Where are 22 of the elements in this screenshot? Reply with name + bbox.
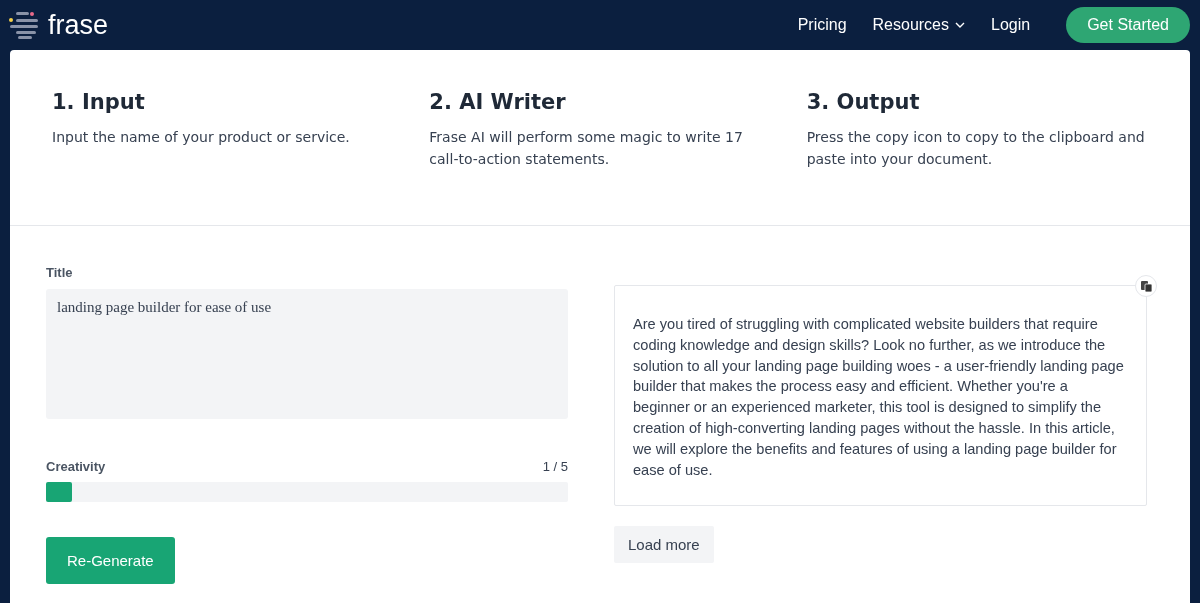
step-description: Input the name of your product or service. <box>52 128 351 147</box>
nav-link[interactable]: Pricing <box>797 16 847 34</box>
step-description: Press the copy icon to copy to the clipboard and paste into your document. <box>806 128 1146 169</box>
load-more-button[interactable]: Load more <box>614 526 714 563</box>
logo-wordmark[interactable]: frase <box>48 9 109 41</box>
step-title: 1. Input <box>52 90 146 114</box>
logo-icon <box>8 11 40 39</box>
title-field[interactable]: landing page builder for ease of use <box>46 289 568 419</box>
copy-icon <box>1140 280 1152 292</box>
copy-button[interactable] <box>1135 275 1157 297</box>
creativity-slider-fill[interactable] <box>46 482 73 502</box>
step-title: 3. Output <box>806 90 921 114</box>
step-title: 2. AI Writer <box>429 90 567 114</box>
title-label: Title <box>46 265 73 280</box>
chevron-down-icon <box>955 22 965 28</box>
step-description: Frase AI will perform some magic to write 17 call-to-action statements. <box>429 128 744 169</box>
nav-link[interactable]: Login <box>991 16 1031 34</box>
nav-link[interactable]: Resources <box>872 16 965 34</box>
creativity-slider-track[interactable] <box>46 482 568 502</box>
creativity-reading: 1 / 5 <box>542 459 568 474</box>
creativity-label: Creativity <box>46 459 106 474</box>
output-text: Are you tired of struggling with complicated website builders that require coding knowledge and design skills? Look no further, as we introduce the solution to all your landing page building woes - a user-friendly landing page builder that makes the process easy and efficient. Whether you're a beginner or an experienced marketer, this tool is designed to simplify the creation of high-converting landing pages without the hassle. In this article, we will explore the benefits and features of using a landing page builder for ease of use. <box>614 285 1147 506</box>
